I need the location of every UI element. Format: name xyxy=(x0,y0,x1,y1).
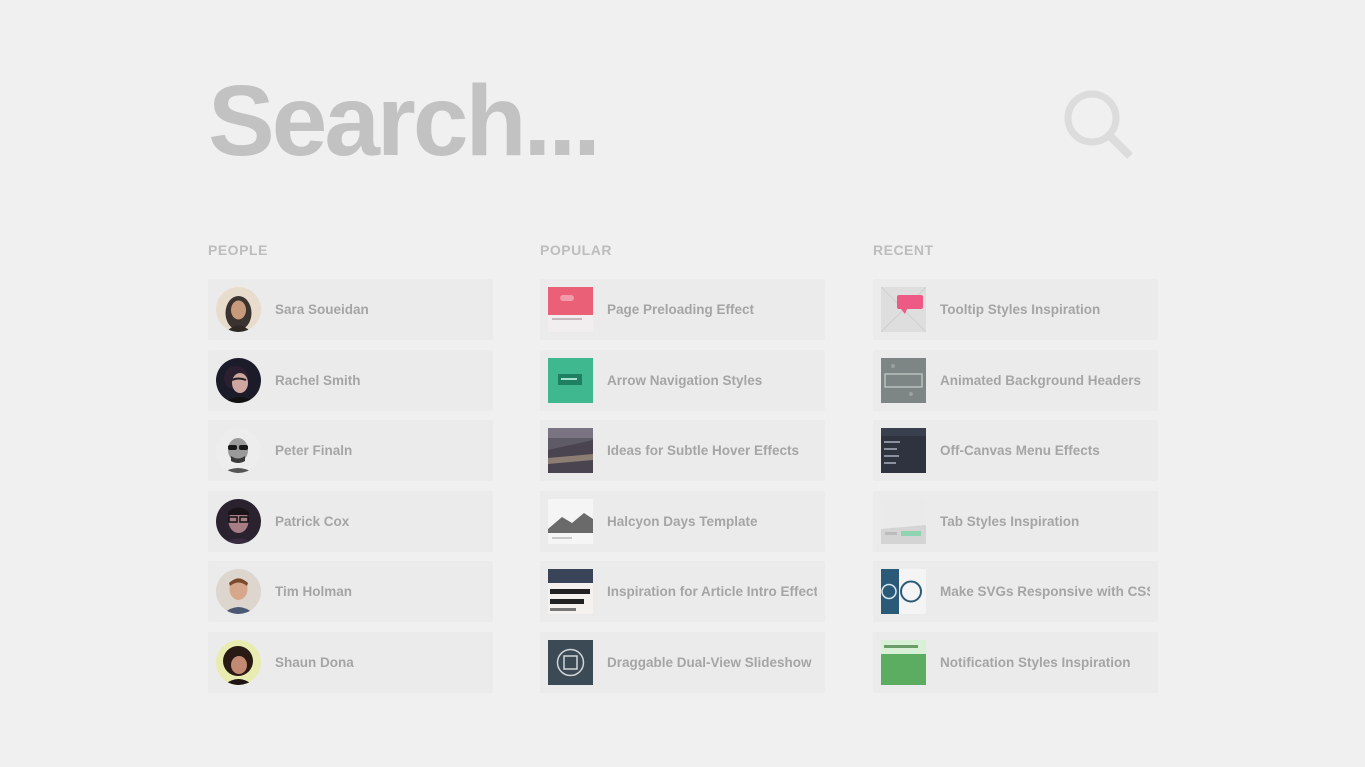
avatar xyxy=(216,287,261,332)
thumbnail xyxy=(881,287,926,332)
article-item[interactable]: Make SVGs Responsive with CSS xyxy=(873,561,1158,623)
item-label: Rachel Smith xyxy=(275,372,361,388)
recent-column: RECENT Tooltip Styles Inspiration Animat… xyxy=(873,240,1158,693)
avatar xyxy=(216,357,261,403)
avatar xyxy=(216,428,261,474)
popular-column: POPULAR Page Preloading Effect Arrow Nav… xyxy=(540,240,825,693)
avatar xyxy=(216,569,261,615)
people-list: Sara Soueidan Rachel Smith Peter Finaln … xyxy=(208,279,493,703)
search-input[interactable] xyxy=(208,66,1028,176)
thumbnail xyxy=(548,287,593,332)
people-column: PEOPLE Sara Soueidan Rachel Smith Peter … xyxy=(208,240,493,693)
search-button[interactable] xyxy=(1060,86,1140,166)
article-item[interactable]: Inspiration for Article Intro Effects xyxy=(540,561,825,623)
thumbnail xyxy=(548,428,593,474)
item-label: Arrow Navigation Styles xyxy=(607,372,763,388)
item-label: Off-Canvas Menu Effects xyxy=(940,443,1100,459)
thumbnail xyxy=(881,569,926,615)
thumbnail xyxy=(548,357,593,403)
article-item[interactable]: Off-Canvas Menu Effects xyxy=(873,420,1158,482)
person-item[interactable]: Tim Holman xyxy=(208,561,493,623)
item-label: Patrick Cox xyxy=(275,513,350,529)
column-title-recent: RECENT xyxy=(873,242,934,258)
person-item[interactable]: Sara Soueidan xyxy=(208,279,493,340)
item-label: Shaun Dona xyxy=(275,654,354,670)
article-item[interactable]: Page Preloading Effect xyxy=(540,279,825,340)
item-label: Tab Styles Inspiration xyxy=(940,513,1080,529)
person-item[interactable]: Rachel Smith xyxy=(208,349,493,411)
column-title-people: PEOPLE xyxy=(208,242,268,258)
person-item[interactable]: Patrick Cox xyxy=(208,490,493,552)
item-label: Peter Finaln xyxy=(275,443,353,459)
thumbnail xyxy=(548,498,593,544)
person-item[interactable]: Peter Finaln xyxy=(208,420,493,482)
search-form xyxy=(208,66,1138,176)
article-item[interactable]: Ideas for Subtle Hover Effects xyxy=(540,420,825,482)
avatar xyxy=(216,498,261,544)
article-item[interactable]: Tab Styles Inspiration xyxy=(873,490,1158,552)
item-label: Sara Soueidan xyxy=(275,302,369,317)
item-label: Inspiration for Article Intro Effects xyxy=(607,584,817,600)
item-label: Halcyon Days Template xyxy=(607,513,758,529)
thumbnail xyxy=(881,639,926,685)
thumbnail xyxy=(881,357,926,403)
article-item[interactable]: Arrow Navigation Styles xyxy=(540,349,825,411)
article-item[interactable]: Draggable Dual-View Slideshow xyxy=(540,631,825,693)
page: PEOPLE Sara Soueidan xyxy=(0,0,1365,767)
article-item[interactable]: Tooltip Styles Inspiration xyxy=(873,279,1158,340)
article-item[interactable]: Notification Styles Inspiration xyxy=(873,631,1158,693)
item-label: Page Preloading Effect xyxy=(607,302,755,317)
person-item[interactable]: Shaun Dona xyxy=(208,631,493,693)
item-label: Tooltip Styles Inspiration xyxy=(940,302,1101,317)
search-icon xyxy=(1064,90,1133,159)
item-label: Draggable Dual-View Slideshow xyxy=(607,654,812,670)
avatar xyxy=(216,639,261,685)
item-label: Tim Holman xyxy=(275,584,353,600)
recent-list: Tooltip Styles Inspiration Animated Back… xyxy=(873,279,1158,703)
article-item[interactable]: Animated Background Headers xyxy=(873,349,1158,411)
thumbnail xyxy=(548,639,593,685)
item-label: Animated Background Headers xyxy=(940,372,1142,388)
thumbnail xyxy=(881,498,926,544)
article-item[interactable]: Halcyon Days Template xyxy=(540,490,825,552)
column-title-popular: POPULAR xyxy=(540,242,612,258)
item-label: Ideas for Subtle Hover Effects xyxy=(607,443,800,459)
thumbnail xyxy=(881,428,926,474)
popular-list: Page Preloading Effect Arrow Navigation … xyxy=(540,279,825,703)
item-label: Make SVGs Responsive with CSS xyxy=(940,584,1150,600)
item-label: Notification Styles Inspiration xyxy=(940,654,1131,670)
thumbnail xyxy=(548,569,593,615)
